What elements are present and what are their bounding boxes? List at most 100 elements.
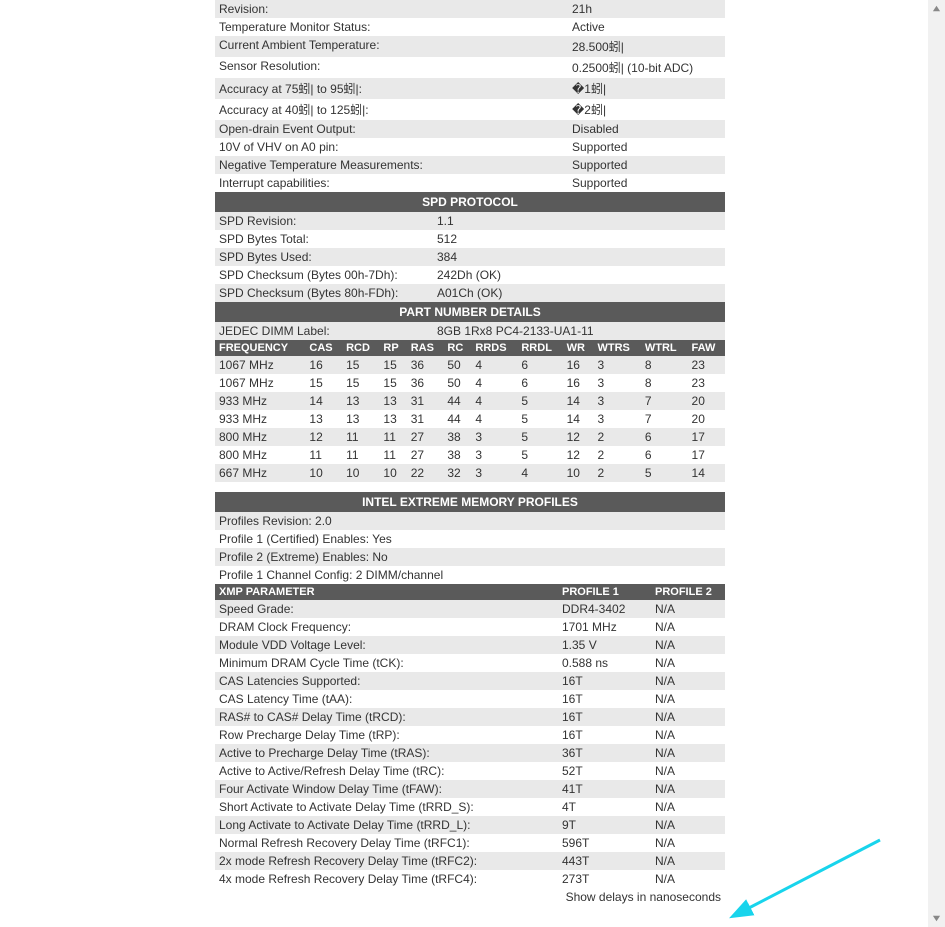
xmp-value-profile1: 36T: [558, 744, 651, 762]
xmp-value-profile1: 16T: [558, 726, 651, 744]
row-label: Open-drain Event Output:: [215, 120, 568, 138]
row-value: Supported: [568, 174, 725, 192]
timing-cell: 4: [471, 374, 517, 392]
table-row: 10V of VHV on A0 pin:Supported: [215, 138, 725, 156]
table-row: SPD Revision:1.1: [215, 212, 725, 230]
timing-cell: 667 MHz: [215, 464, 305, 482]
jedec-value: 8GB 1Rx8 PC4-2133-UA1-11: [433, 322, 725, 340]
table-row: 933 MHz131313314445143720: [215, 410, 725, 428]
table-row: Speed Grade:DDR4-3402N/A: [215, 600, 725, 618]
timing-cell: 12: [305, 428, 342, 446]
row-value: 242Dh (OK): [433, 266, 725, 284]
row-label: SPD Checksum (Bytes 80h-FDh):: [215, 284, 433, 302]
table-row: 1067 MHz161515365046163823: [215, 356, 725, 374]
table-row: Minimum DRAM Cycle Time (tCK):0.588 nsN/…: [215, 654, 725, 672]
scroll-up-icon[interactable]: [928, 0, 945, 17]
row-value: 1.1: [433, 212, 725, 230]
timing-cell: 4: [471, 392, 517, 410]
table-row: Row Precharge Delay Time (tRP):16TN/A: [215, 726, 725, 744]
scroll-down-icon[interactable]: [928, 910, 945, 927]
table-row: SPD Bytes Total:512: [215, 230, 725, 248]
timing-cell: 14: [688, 464, 725, 482]
xmp-value-profile2: N/A: [651, 600, 725, 618]
timing-cell: 6: [517, 356, 562, 374]
xmp-param: Row Precharge Delay Time (tRP):: [215, 726, 558, 744]
timing-cell: 800 MHz: [215, 428, 305, 446]
timing-cell: 14: [563, 410, 594, 428]
xmp-param: RAS# to CAS# Delay Time (tRCD):: [215, 708, 558, 726]
timing-cell: 2: [594, 428, 641, 446]
table-row: 933 MHz141313314445143720: [215, 392, 725, 410]
timing-cell: 14: [305, 392, 342, 410]
xmp-value-profile1: 443T: [558, 852, 651, 870]
timing-cell: 4: [517, 464, 562, 482]
xmp-value-profile2: N/A: [651, 672, 725, 690]
timing-cell: 6: [517, 374, 562, 392]
xmp-value-profile1: 41T: [558, 780, 651, 798]
timing-cell: 44: [443, 410, 471, 428]
xmp-value-profile1: 16T: [558, 672, 651, 690]
show-delays-link[interactable]: Show delays in nanoseconds: [215, 888, 725, 906]
timing-cell: 8: [641, 356, 688, 374]
timing-cell: 16: [563, 374, 594, 392]
timing-cell: 3: [594, 392, 641, 410]
timing-header: RCD: [342, 340, 379, 356]
row-value: 0.2500蚓| (10-bit ADC): [568, 57, 725, 78]
timing-cell: 20: [688, 392, 725, 410]
xmp-value-profile2: N/A: [651, 636, 725, 654]
vertical-scrollbar[interactable]: [928, 0, 945, 927]
timing-cell: 15: [342, 374, 379, 392]
xmp-value-profile1: 273T: [558, 870, 651, 888]
xmp-value-profile1: 0.588 ns: [558, 654, 651, 672]
xmp-param: 4x mode Refresh Recovery Delay Time (tRF…: [215, 870, 558, 888]
row-label: 10V of VHV on A0 pin:: [215, 138, 568, 156]
timing-cell: 13: [379, 392, 406, 410]
timing-header: FREQUENCY: [215, 340, 305, 356]
timing-cell: 3: [594, 410, 641, 428]
timing-cell: 31: [407, 392, 444, 410]
row-value: 28.500蚓|: [568, 36, 725, 57]
xmp-value-profile2: N/A: [651, 744, 725, 762]
table-row: Accuracy at 40蚓| to 125蚓|:�2蚓|: [215, 99, 725, 120]
timing-cell: 3: [471, 464, 517, 482]
timing-cell: 23: [688, 374, 725, 392]
timing-cell: 36: [407, 374, 444, 392]
xmp-value-profile1: 1.35 V: [558, 636, 651, 654]
xmp-info-line: Profile 1 Channel Config: 2 DIMM/channel: [215, 566, 725, 584]
spd-table: SPD Revision:1.1SPD Bytes Total:512SPD B…: [215, 212, 725, 302]
table-row: 667 MHz101010223234102514: [215, 464, 725, 482]
table-row: Accuracy at 75蚓| to 95蚓|:�1蚓|: [215, 78, 725, 99]
timing-cell: 11: [342, 428, 379, 446]
xmp-param: Short Activate to Activate Delay Time (t…: [215, 798, 558, 816]
timing-cell: 3: [471, 446, 517, 464]
row-label: Temperature Monitor Status:: [215, 18, 568, 36]
timing-cell: 5: [517, 446, 562, 464]
xmp-value-profile1: 9T: [558, 816, 651, 834]
xmp-param: CAS Latencies Supported:: [215, 672, 558, 690]
xmp-value-profile2: N/A: [651, 834, 725, 852]
timing-cell: 1067 MHz: [215, 356, 305, 374]
row-value: �1蚓|: [568, 78, 725, 99]
table-row: 800 MHz121111273835122617: [215, 428, 725, 446]
table-row: Active to Active/Refresh Delay Time (tRC…: [215, 762, 725, 780]
table-row: Four Activate Window Delay Time (tFAW):4…: [215, 780, 725, 798]
timing-cell: 6: [641, 446, 688, 464]
row-label: SPD Revision:: [215, 212, 433, 230]
xmp-param: DRAM Clock Frequency:: [215, 618, 558, 636]
timing-cell: 10: [563, 464, 594, 482]
timing-cell: 8: [641, 374, 688, 392]
timing-cell: 2: [594, 464, 641, 482]
timing-header: WR: [563, 340, 594, 356]
xmp-param: Four Activate Window Delay Time (tFAW):: [215, 780, 558, 798]
timing-cell: 11: [379, 446, 406, 464]
xmp-header-profile1: PROFILE 1: [558, 584, 651, 600]
row-value: 21h: [568, 0, 725, 18]
timing-cell: 22: [407, 464, 444, 482]
row-value: �2蚓|: [568, 99, 725, 120]
table-row: Revision:21h: [215, 0, 725, 18]
timing-cell: 13: [342, 410, 379, 428]
timing-cell: 11: [342, 446, 379, 464]
xmp-value-profile2: N/A: [651, 726, 725, 744]
timing-cell: 44: [443, 392, 471, 410]
timing-cell: 5: [517, 392, 562, 410]
